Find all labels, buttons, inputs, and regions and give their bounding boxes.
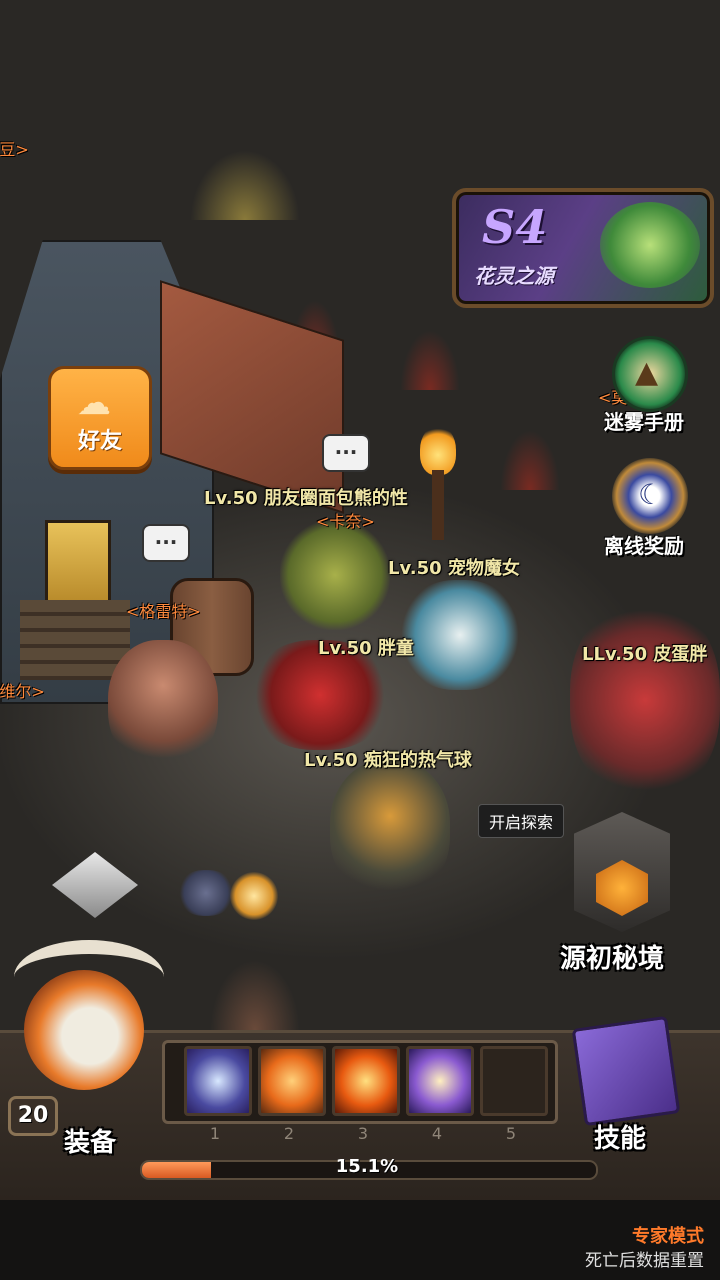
fog-manual-button[interactable]: ▲ xyxy=(612,336,688,412)
torch-pole xyxy=(432,470,444,540)
equip-button[interactable]: 装备 xyxy=(64,1122,116,1159)
grass-tuft xyxy=(210,960,300,1030)
npc-name-kana: <卡奈> xyxy=(316,512,375,531)
mode-title: 专家模式 xyxy=(632,1226,704,1247)
player-character-dice[interactable] xyxy=(280,520,390,630)
friends-button[interactable]: ☁ 好友 xyxy=(48,366,152,470)
slot-number: 5 xyxy=(505,1124,517,1143)
slot-number: 1 xyxy=(209,1124,221,1143)
player-avatar[interactable] xyxy=(4,940,164,1100)
grass-tuft xyxy=(190,150,300,220)
player-level-badge: 20 xyxy=(8,1096,58,1136)
player-name: Lv.50 痴狂的热气球 xyxy=(304,750,472,771)
player-name: Lv.50 朋友圈面包熊的性 xyxy=(204,488,408,509)
speech-bubble[interactable]: ... xyxy=(322,434,370,472)
explore-tooltip: 开启探索 xyxy=(478,804,565,838)
cloud-icon: ☁ xyxy=(77,383,111,423)
npc-name-gelait: <格雷特> xyxy=(126,602,201,621)
book-icon: ▲ xyxy=(635,355,659,390)
skill-slot-2[interactable] xyxy=(258,1046,326,1116)
skill-slot-5[interactable] xyxy=(480,1046,548,1116)
grass-tuft xyxy=(500,430,560,490)
grass-tuft xyxy=(400,330,460,390)
offline-reward-label: 离线奖励 xyxy=(604,534,684,558)
house-door[interactable] xyxy=(45,520,111,606)
player-character-hero[interactable] xyxy=(330,760,450,900)
pet-creature[interactable] xyxy=(178,870,234,916)
fog-manual-label: 迷雾手册 xyxy=(604,410,684,434)
season-title: 花灵之源 xyxy=(474,264,554,288)
slot-number: 4 xyxy=(431,1124,443,1143)
avatar-head xyxy=(24,970,144,1090)
torch-flame xyxy=(420,425,456,475)
glowing-orb[interactable] xyxy=(230,872,278,920)
player-name: Lv.50 胖童 xyxy=(318,638,414,659)
skill-slot-1[interactable] xyxy=(184,1046,252,1116)
friends-label: 好友 xyxy=(77,429,122,454)
player-character-dragon-skull[interactable] xyxy=(400,580,520,690)
npc-name-top-left: <豆> xyxy=(0,140,29,159)
skill-slot-3[interactable] xyxy=(332,1046,400,1116)
offline-reward-button[interactable]: ☾ xyxy=(612,458,688,534)
waypoint-marker[interactable] xyxy=(52,852,138,918)
npc-name-left-edge: <维尔> xyxy=(0,682,45,701)
season-hero-art xyxy=(600,202,700,288)
slot-number: 3 xyxy=(357,1124,369,1143)
skill-book-icon[interactable] xyxy=(571,1015,681,1127)
exp-progress-text: 15.1% xyxy=(335,1156,399,1177)
dungeon-label[interactable]: 源初秘境 xyxy=(560,938,664,975)
skills-button[interactable]: 技能 xyxy=(594,1118,646,1155)
player-name: Lv.50 宠物魔女 xyxy=(388,558,520,579)
season-badge: S4 xyxy=(482,200,548,254)
season-banner[interactable]: S4 花灵之源 xyxy=(452,188,714,308)
speech-bubble[interactable]: ... xyxy=(142,524,190,562)
mode-subtitle: 死亡后数据重置 xyxy=(585,1251,704,1271)
slot-number: 2 xyxy=(283,1124,295,1143)
player-character-right[interactable] xyxy=(570,600,720,800)
moon-icon: ☾ xyxy=(638,478,664,511)
skill-slot-4[interactable] xyxy=(406,1046,474,1116)
house-stairs xyxy=(20,600,130,680)
player-name: LLv.50 皮蛋胖 xyxy=(582,644,708,665)
blacksmith-npc[interactable] xyxy=(108,640,218,770)
